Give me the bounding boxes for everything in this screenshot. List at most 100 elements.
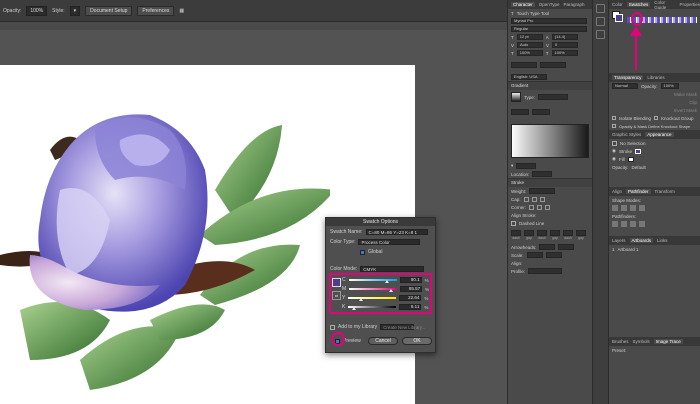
font-size-field[interactable]: 12 pt <box>516 34 543 40</box>
tab-symbols[interactable]: Symbols <box>633 339 650 344</box>
tab-graphic-styles[interactable]: Graphic Styles <box>612 132 641 137</box>
merge-button[interactable] <box>630 221 636 227</box>
preferences-button[interactable]: Preferences <box>137 5 175 16</box>
gradient-location-field[interactable] <box>532 171 553 177</box>
make-mask-button[interactable]: Make Mask <box>674 92 697 97</box>
knockout-checkbox[interactable] <box>654 116 659 120</box>
invert-mask-checkbox[interactable]: Invert Mask <box>674 108 697 113</box>
swatches-dock-icon[interactable] <box>596 4 605 13</box>
tab-artboards[interactable]: Artboards <box>629 238 654 243</box>
clip-checkbox[interactable]: Clip <box>689 100 697 105</box>
left-dock-column: Character OpenType Paragraph T Touch Type… <box>507 0 592 404</box>
tab-properties[interactable]: Properties <box>679 2 700 7</box>
visibility-eye-icon[interactable]: ◉ <box>612 156 616 162</box>
leading-field[interactable]: (14.4) <box>551 34 578 40</box>
tab-paragraph[interactable]: Paragraph <box>564 2 585 7</box>
opacity-field[interactable]: 100% <box>660 83 679 89</box>
unite-button[interactable] <box>612 205 618 211</box>
gradient-slider[interactable] <box>511 124 589 158</box>
isolate-checkbox[interactable] <box>612 116 616 120</box>
swatch-name-input[interactable]: C=80 M=86 Y=23 K=8 1 <box>365 229 428 235</box>
butt-cap-button[interactable] <box>523 196 529 202</box>
color-mode-select[interactable]: CMYK <box>360 266 425 272</box>
tab-align[interactable]: Align <box>612 189 622 194</box>
style-dropdown[interactable]: ▾ <box>69 5 81 16</box>
color-dock-icon[interactable] <box>596 17 605 26</box>
library-select[interactable]: Create New Library... <box>380 324 425 330</box>
blend-mode-select[interactable]: Normal <box>612 83 638 89</box>
arrange-icon[interactable]: ▦ <box>179 8 184 14</box>
stroke-color-chip[interactable] <box>634 148 641 154</box>
arrow-start-select[interactable] <box>539 244 556 250</box>
color-type-select[interactable]: Process Color <box>358 239 421 245</box>
tab-opentype[interactable]: OpenType <box>539 2 560 7</box>
appearance-stroke-row[interactable]: ◉ Stroke <box>609 147 700 155</box>
gradient-opacity-field[interactable] <box>516 163 537 169</box>
visibility-eye-icon[interactable]: ◉ <box>612 148 616 154</box>
opacity-field[interactable]: 100% <box>26 5 48 16</box>
font-family-select[interactable]: Myriad Pro <box>511 18 587 24</box>
tab-libraries[interactable]: Libraries <box>647 75 664 80</box>
tab-swatches[interactable]: Swatches <box>626 2 651 7</box>
tab-pathfinder[interactable]: Pathfinder <box>626 189 651 194</box>
gradient-aspect-field[interactable] <box>532 109 550 115</box>
arrow-scale-start[interactable] <box>526 252 543 258</box>
dashed-line-checkbox[interactable] <box>511 220 516 226</box>
stroke-weight-field[interactable] <box>529 188 556 194</box>
fill-label: Fill <box>618 156 625 162</box>
gradient-angle-field[interactable] <box>511 109 529 115</box>
square-cap-button[interactable] <box>539 196 545 202</box>
trim-button[interactable] <box>621 221 627 227</box>
tab-links[interactable]: Links <box>657 238 668 243</box>
rotation-field[interactable] <box>540 62 566 68</box>
language-select[interactable]: English: USA <box>511 74 547 80</box>
corner-label: Corner: <box>511 204 527 210</box>
kerning-field[interactable]: Auto <box>517 42 544 48</box>
ok-button[interactable]: OK <box>402 337 432 345</box>
round-cap-button[interactable] <box>531 196 537 202</box>
stroke-swatch[interactable] <box>615 14 623 22</box>
profile-select[interactable] <box>528 268 563 274</box>
vertical-scale-field[interactable]: 100% <box>516 50 543 56</box>
arrow-end-select[interactable] <box>558 244 575 250</box>
divide-button[interactable] <box>612 221 618 227</box>
gradient-thumbnail[interactable] <box>511 92 521 102</box>
appearance-opacity-value[interactable]: Default <box>632 165 646 170</box>
tab-appearance[interactable]: Appearance <box>645 132 674 137</box>
dash-label: dash <box>564 236 572 240</box>
baseline-shift-field[interactable] <box>511 62 537 68</box>
add-library-checkbox[interactable] <box>330 324 335 330</box>
miter-join-button[interactable] <box>529 204 535 210</box>
round-join-button[interactable] <box>537 204 543 210</box>
stroke-panel-header[interactable]: Stroke <box>508 179 592 187</box>
artboard-list-row[interactable]: 1 Artboard 1 <box>609 245 700 253</box>
gradient-type-select[interactable] <box>538 94 569 100</box>
color-mode-label: Color Mode: <box>330 266 358 272</box>
tab-character[interactable]: Character <box>511 2 535 7</box>
bevel-join-button[interactable] <box>545 204 551 210</box>
tab-transparency[interactable]: Transparency <box>612 75 644 80</box>
global-checkbox[interactable] <box>360 249 365 255</box>
exclude-button[interactable] <box>639 205 645 211</box>
tab-brushes[interactable]: Brushes <box>612 339 629 344</box>
tab-layers[interactable]: Layers <box>612 238 626 243</box>
fill-color-chip[interactable] <box>627 156 634 162</box>
tab-color[interactable]: Color <box>612 2 623 7</box>
font-style-select[interactable]: Regular <box>511 26 587 32</box>
tab-image-trace[interactable]: Image Trace <box>653 339 683 344</box>
tab-transform[interactable]: Transform <box>655 189 675 194</box>
crop-button[interactable] <box>639 221 645 227</box>
appearance-fill-row[interactable]: ◉ Fill <box>609 155 700 163</box>
gradient-panel-header[interactable]: Gradient <box>508 82 592 90</box>
touch-type-row[interactable]: T Touch Type Tool <box>508 9 592 17</box>
cancel-button[interactable]: Cancel <box>368 337 398 345</box>
preset-label: Preset: <box>612 347 627 353</box>
brushes-dock-icon[interactable] <box>596 30 605 39</box>
minus-front-button[interactable] <box>621 205 627 211</box>
define-knockout-checkbox[interactable] <box>612 124 616 128</box>
arrow-scale-end[interactable] <box>545 252 562 258</box>
intersect-button[interactable] <box>630 205 636 211</box>
document-setup-button[interactable]: Document Setup <box>85 5 133 16</box>
tracking-field[interactable]: 0 <box>552 42 579 48</box>
horizontal-scale-field[interactable]: 100% <box>551 50 578 56</box>
